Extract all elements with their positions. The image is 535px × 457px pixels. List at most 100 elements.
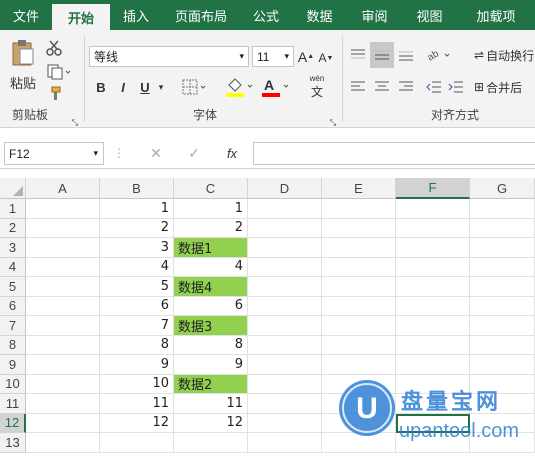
grid-cell[interactable] (396, 296, 470, 316)
grid-cell[interactable] (248, 238, 322, 258)
grid-cell[interactable]: 5 (100, 277, 174, 297)
grid-cell[interactable] (248, 394, 322, 414)
column-header[interactable]: D (248, 178, 322, 199)
column-header[interactable]: G (470, 178, 535, 199)
align-middle-icon[interactable] (370, 42, 394, 68)
grid-cell[interactable]: 3 (100, 238, 174, 258)
row-header[interactable]: 11 (0, 394, 26, 414)
grid-cell[interactable]: 4 (174, 257, 248, 277)
grid-cell[interactable] (248, 335, 322, 355)
tab-view[interactable]: 视图 (402, 0, 457, 30)
grid-cell[interactable] (26, 433, 100, 453)
grid-cell[interactable] (396, 316, 470, 336)
grid-cell[interactable] (396, 238, 470, 258)
wrap-text-button[interactable]: ⇌ 自动换行 (474, 45, 535, 65)
grid-cell[interactable]: 数据2 (174, 374, 248, 394)
tab-review[interactable]: 审阅 (347, 0, 402, 30)
column-header[interactable]: C (174, 178, 248, 199)
font-size-select[interactable]: 11 ▾ (252, 46, 294, 67)
row-header[interactable]: 4 (0, 257, 26, 277)
grid-cell[interactable]: 11 (100, 394, 174, 414)
merge-center-button[interactable]: ⊞ 合并后 (474, 77, 535, 97)
chevron-down-icon[interactable]: ▾ (156, 77, 166, 97)
drag-handle-icon[interactable]: ⋮ (113, 145, 125, 161)
cut-icon[interactable] (44, 38, 64, 58)
grid-cell[interactable] (248, 218, 322, 238)
tab-page-layout[interactable]: 页面布局 (162, 0, 240, 30)
grid-cell[interactable]: 4 (100, 257, 174, 277)
insert-function-button[interactable]: fx (220, 144, 244, 162)
select-all-corner[interactable] (0, 178, 26, 199)
grid-cell[interactable] (26, 238, 100, 258)
grid-cell[interactable] (100, 433, 174, 453)
grid-cell[interactable]: 8 (100, 335, 174, 355)
grid-cell[interactable]: 11 (174, 394, 248, 414)
fill-color-button[interactable] (224, 75, 256, 99)
row-header[interactable]: 5 (0, 277, 26, 297)
grid-cell[interactable] (26, 355, 100, 375)
orientation-icon[interactable]: ab (424, 44, 454, 66)
tab-addins[interactable]: 加载项 (457, 0, 535, 30)
tab-data[interactable]: 数据 (292, 0, 347, 30)
grid-cell[interactable] (470, 316, 535, 336)
grid-cell[interactable]: 数据1 (174, 238, 248, 258)
bold-button[interactable]: B (92, 77, 110, 97)
grid-cell[interactable] (26, 374, 100, 394)
grid-cell[interactable]: 2 (174, 218, 248, 238)
grid-cell[interactable]: 8 (174, 335, 248, 355)
phonetic-button[interactable]: wén 文 (302, 74, 332, 100)
font-name-select[interactable]: 等线 ▾ (89, 46, 249, 67)
grid-cell[interactable] (470, 335, 535, 355)
tab-file[interactable]: 文件 (0, 0, 52, 30)
tab-home[interactable]: 开始 (52, 4, 110, 30)
column-header[interactable]: F (396, 178, 470, 199)
grid-cell[interactable] (396, 257, 470, 277)
increase-indent-icon[interactable] (446, 77, 466, 97)
grid-cell[interactable] (322, 277, 396, 297)
grid-cell[interactable] (322, 316, 396, 336)
formula-input[interactable] (253, 142, 535, 165)
paste-button[interactable] (8, 38, 38, 68)
grid-cell[interactable] (470, 199, 535, 219)
grid-cell[interactable] (26, 257, 100, 277)
grid-cell[interactable]: 6 (100, 296, 174, 316)
align-top-icon[interactable] (348, 44, 368, 66)
grid-cell[interactable]: 12 (174, 413, 248, 433)
grid-cell[interactable]: 1 (174, 199, 248, 219)
row-header[interactable]: 8 (0, 335, 26, 355)
grid-cell[interactable] (26, 199, 100, 219)
grid-cell[interactable] (248, 316, 322, 336)
grid-cell[interactable] (396, 335, 470, 355)
row-header[interactable]: 7 (0, 316, 26, 336)
grid-cell[interactable]: 6 (174, 296, 248, 316)
grid-cell[interactable] (396, 277, 470, 297)
grid-cell[interactable] (470, 257, 535, 277)
grid-cell[interactable]: 9 (100, 355, 174, 375)
grid-cell[interactable] (248, 374, 322, 394)
grid-cell[interactable] (322, 218, 396, 238)
grid-cell[interactable] (470, 296, 535, 316)
font-color-button[interactable]: A (260, 75, 292, 99)
name-box[interactable]: F12 ▾ (4, 142, 104, 165)
tab-formulas[interactable]: 公式 (240, 0, 292, 30)
grid-cell[interactable] (322, 296, 396, 316)
grid-cell[interactable] (26, 277, 100, 297)
dialog-launcher-icon[interactable]: ⤡ (328, 118, 338, 128)
grid-cell[interactable] (322, 257, 396, 277)
grid-cell[interactable] (26, 218, 100, 238)
align-bottom-icon[interactable] (396, 44, 416, 66)
row-header[interactable]: 13 (0, 433, 26, 453)
increase-font-button[interactable]: A ▲ (297, 46, 315, 67)
grid-cell[interactable] (26, 413, 100, 433)
grid-cell[interactable]: 10 (100, 374, 174, 394)
grid-cell[interactable] (470, 277, 535, 297)
grid-cell[interactable] (470, 218, 535, 238)
grid-cell[interactable]: 12 (100, 413, 174, 433)
grid-cell[interactable] (248, 355, 322, 375)
row-header[interactable]: 12 (0, 413, 26, 433)
tab-insert[interactable]: 插入 (110, 0, 162, 30)
row-header[interactable]: 10 (0, 374, 26, 394)
grid-cell[interactable] (248, 433, 322, 453)
grid-cell[interactable] (396, 218, 470, 238)
grid-cell[interactable] (26, 316, 100, 336)
